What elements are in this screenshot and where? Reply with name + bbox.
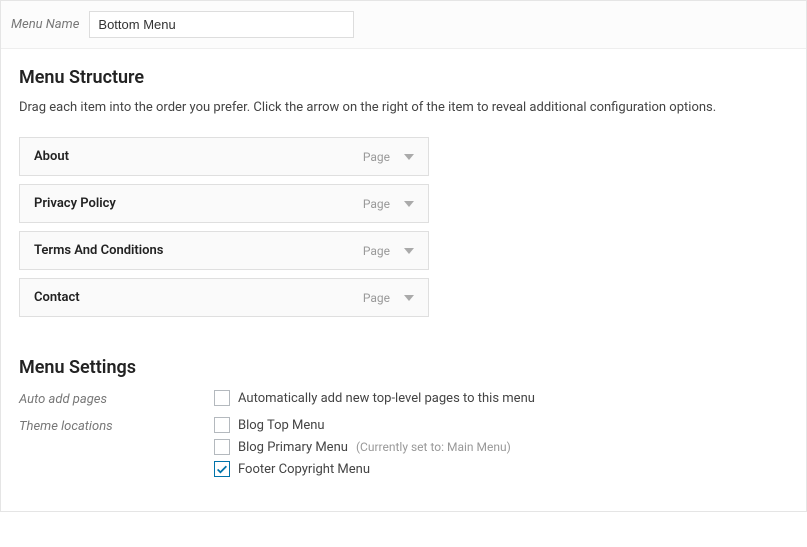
theme-location-label: Footer Copyright Menu (238, 462, 370, 477)
menu-settings-heading: Menu Settings (19, 357, 788, 378)
menu-item-title: Terms And Conditions (34, 243, 163, 258)
checkbox-blog-primary-menu[interactable] (214, 439, 230, 455)
check-icon (215, 462, 229, 476)
menu-name-input[interactable] (89, 11, 354, 38)
panel-content: Menu Structure Drag each item into the o… (1, 49, 806, 511)
chevron-down-icon[interactable] (404, 154, 414, 160)
checkbox-blog-top-menu[interactable] (214, 417, 230, 433)
menu-item-title: Contact (34, 290, 80, 305)
menu-item[interactable]: Contact Page (19, 278, 429, 317)
menu-item-title: About (34, 149, 69, 164)
menu-item-type: Page (363, 197, 390, 211)
menu-items-list: About Page Privacy Policy Page Terms And… (19, 137, 788, 317)
auto-add-pages-row: Auto add pages Automatically add new top… (19, 390, 788, 407)
auto-add-pages-checkbox-label: Automatically add new top-level pages to… (238, 391, 535, 406)
auto-add-pages-option[interactable]: Automatically add new top-level pages to… (214, 390, 788, 406)
auto-add-pages-label: Auto add pages (19, 390, 214, 407)
theme-location-note: (Currently set to: Main Menu) (356, 440, 511, 454)
checkbox-auto-add[interactable] (214, 390, 230, 406)
menu-item-type: Page (363, 150, 390, 164)
chevron-down-icon[interactable] (404, 295, 414, 301)
menu-item[interactable]: About Page (19, 137, 429, 176)
menu-structure-description: Drag each item into the order you prefer… (19, 100, 788, 115)
menu-structure-heading: Menu Structure (19, 67, 788, 88)
checkbox-footer-copyright-menu[interactable] (214, 461, 230, 477)
menu-item-type: Page (363, 244, 390, 258)
menu-item-title: Privacy Policy (34, 196, 116, 211)
menu-header-bar: Menu Name (1, 1, 806, 49)
theme-location-option[interactable]: Blog Top Menu (214, 417, 788, 433)
theme-locations-row: Theme locations Blog Top Menu Blog Prima… (19, 417, 788, 477)
theme-location-option[interactable]: Footer Copyright Menu (214, 461, 788, 477)
theme-location-option[interactable]: Blog Primary Menu (Currently set to: Mai… (214, 439, 788, 455)
menu-edit-panel: Menu Name Menu Structure Drag each item … (0, 0, 807, 512)
theme-location-label: Blog Primary Menu (238, 440, 348, 455)
menu-item-type: Page (363, 291, 390, 305)
chevron-down-icon[interactable] (404, 201, 414, 207)
chevron-down-icon[interactable] (404, 248, 414, 254)
theme-location-label: Blog Top Menu (238, 418, 325, 433)
menu-item[interactable]: Privacy Policy Page (19, 184, 429, 223)
theme-locations-label: Theme locations (19, 417, 214, 434)
menu-name-label: Menu Name (11, 17, 79, 32)
menu-item[interactable]: Terms And Conditions Page (19, 231, 429, 270)
